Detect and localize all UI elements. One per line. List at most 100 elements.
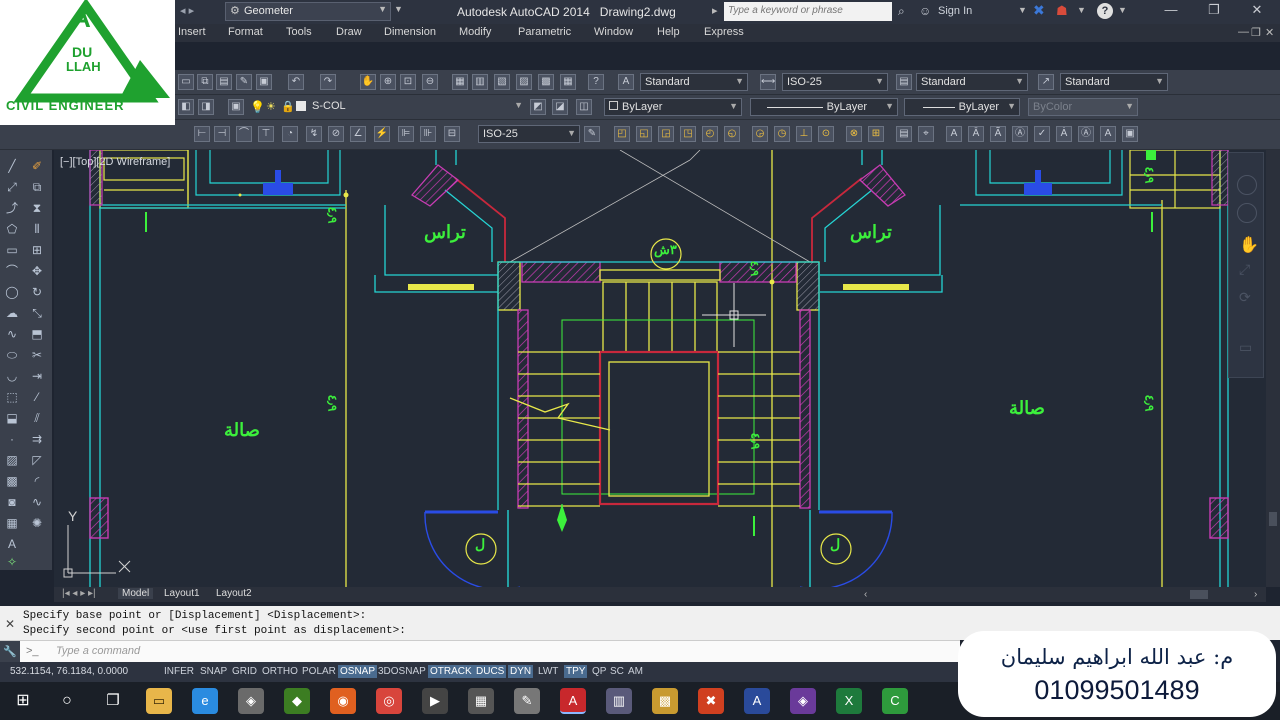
scroll-left-icon[interactable]: ‹ (864, 589, 867, 600)
osnap-endpoint-icon[interactable]: ◰ (614, 126, 630, 142)
redo-icon[interactable]: ↷ (320, 74, 336, 90)
construction-line-icon[interactable]: ⤢ (3, 179, 21, 195)
convert-space-icon[interactable]: ▣ (1122, 126, 1138, 142)
color-select[interactable]: ByLayer ▼ (604, 98, 742, 116)
menu-help[interactable]: Help (657, 26, 680, 38)
find-text-icon[interactable]: Ⓐ (1012, 126, 1028, 142)
viewport-controls[interactable]: [−][Top][2D Wireframe] (60, 156, 170, 168)
calculator-icon[interactable]: ▦ (560, 74, 576, 90)
zoom-realtime-icon[interactable]: ⊕ (380, 74, 396, 90)
stretch-icon[interactable]: ⬒ (28, 326, 46, 342)
osnap-none-icon[interactable]: ⊗ (846, 126, 862, 142)
layer-isolate-icon[interactable]: ▣ (228, 99, 244, 115)
polyline-icon[interactable]: ⤴ (3, 200, 21, 216)
menu-format[interactable]: Format (228, 26, 263, 38)
search-expand-icon[interactable]: ▸ (712, 4, 718, 17)
rotate-icon[interactable]: ↻ (28, 284, 46, 300)
status-toggle-ducs[interactable]: DUCS (474, 665, 507, 678)
vertical-scrollbar[interactable] (1266, 150, 1280, 587)
polygon-icon[interactable]: ⬠ (3, 221, 21, 237)
fillet-icon[interactable]: ◜ (28, 473, 46, 489)
match-prop-icon[interactable]: ✎ (236, 74, 252, 90)
layer-select[interactable]: S-COL ▼ (308, 98, 526, 116)
pan-nav-icon[interactable]: ✋ (1239, 235, 1259, 255)
break-icon[interactable]: ⫽ (28, 410, 46, 426)
app-icon[interactable]: ▥ (606, 688, 632, 714)
osnap-center-icon[interactable]: ◴ (702, 126, 718, 142)
pan-icon[interactable]: ✋ (360, 74, 376, 90)
horizontal-scroll-thumb[interactable] (1190, 590, 1208, 599)
quick-access-menu-icon[interactable]: ▼ (394, 4, 403, 14)
diameter-icon[interactable]: ⊘ (328, 126, 344, 142)
angular-icon[interactable]: ∠ (350, 126, 366, 142)
aligned-dim-icon[interactable]: ⊣ (214, 126, 230, 142)
linetype-select[interactable]: ByLayer ▼ (750, 98, 898, 116)
status-toggle-polar[interactable]: POLAR (300, 665, 338, 678)
mirror-icon[interactable]: ⧗ (28, 200, 46, 216)
continue-icon[interactable]: ⊪ (420, 126, 436, 142)
circle-icon[interactable]: ◯ (3, 284, 21, 300)
zoom-extents-icon[interactable]: ⤢ (1239, 261, 1250, 278)
osnap-parallel-icon[interactable]: ⊥ (796, 126, 812, 142)
block-icon[interactable]: ▣ (256, 74, 272, 90)
osnap-node-icon[interactable]: ⊙ (818, 126, 834, 142)
osnap-quadrant-icon[interactable]: ◵ (724, 126, 740, 142)
exchange-icon[interactable]: ✖ (1033, 2, 1045, 19)
line-icon[interactable]: ╱ (3, 158, 21, 174)
tool-palettes-icon[interactable]: ▧ (494, 74, 510, 90)
status-toggle-qp[interactable]: QP (590, 665, 608, 678)
showmotion-icon[interactable]: ▭ (1239, 339, 1252, 356)
doc-minimize-button[interactable]: — (1238, 26, 1249, 38)
ellipse-icon[interactable]: ⬭ (3, 347, 21, 363)
scale-icon[interactable]: ⤡ (28, 305, 46, 321)
arc-icon[interactable]: ⌒ (3, 263, 21, 279)
copy-clip-icon[interactable]: ⧉ (197, 74, 213, 90)
paste-icon[interactable]: ▤ (216, 74, 232, 90)
app-icon[interactable]: ▩ (652, 688, 678, 714)
firefox-icon[interactable]: ◉ (330, 688, 356, 714)
ellipse-arc-icon[interactable]: ◡ (3, 368, 21, 384)
status-toggle-ortho[interactable]: ORTHO (260, 665, 300, 678)
erase-icon[interactable]: ✐ (28, 158, 46, 174)
table-icon[interactable]: ▦ (3, 515, 21, 531)
help-small-icon[interactable]: ? (588, 74, 604, 90)
dim-style-manager-icon[interactable]: ✎ (584, 126, 600, 142)
quick-access-arrows[interactable]: ◂ ▸ (180, 4, 194, 17)
lightbulb-icon[interactable]: 💡 (250, 100, 265, 114)
tab-layout1[interactable]: Layout1 (160, 588, 204, 599)
multiline-text-icon[interactable]: A (3, 536, 21, 552)
command-input[interactable]: Type a command (56, 645, 140, 657)
hatch-icon[interactable]: ▨ (3, 452, 21, 468)
osnap-settings-icon[interactable]: ⊞ (868, 126, 884, 142)
blend-curves-icon[interactable]: ∿ (28, 494, 46, 510)
linear-dim-icon[interactable]: ⊢ (194, 126, 210, 142)
paint-icon[interactable]: ✎ (514, 688, 540, 714)
zoom-previous-icon[interactable]: ⊖ (422, 74, 438, 90)
jogged-icon[interactable]: ↯ (306, 126, 322, 142)
radius-icon[interactable]: ◔ (282, 126, 298, 142)
arc-length-icon[interactable]: ⌒ (236, 126, 252, 142)
point-icon[interactable]: · (3, 431, 21, 447)
scroll-right-icon[interactable]: › (1254, 589, 1257, 600)
ordinate-icon[interactable]: ⊤ (258, 126, 274, 142)
orbit-icon[interactable]: ⟳ (1239, 289, 1251, 306)
status-toggle-dyn[interactable]: DYN (508, 665, 534, 678)
dim-style-select[interactable]: ISO-25 ▼ (782, 73, 888, 91)
app-icon[interactable]: ◈ (238, 688, 264, 714)
table-style-select[interactable]: Standard ▼ (916, 73, 1028, 91)
array-icon[interactable]: ⊞ (28, 242, 46, 258)
osnap-perpendicular-icon[interactable]: ◷ (774, 126, 790, 142)
cortana-icon[interactable]: ○ (54, 688, 80, 714)
dim-style-icon[interactable]: ⟷ (760, 74, 776, 90)
status-toggle-tpy[interactable]: TPY (564, 665, 588, 678)
osnap-tangent-icon[interactable]: ◶ (752, 126, 768, 142)
doc-close-button[interactable]: ✕ (1265, 26, 1274, 39)
lineweight-select[interactable]: ByLayer ▼ (904, 98, 1020, 116)
dim-style-select-2[interactable]: ISO-25 ▼ (478, 125, 580, 143)
extend-icon[interactable]: ⇥ (28, 368, 46, 384)
text-tool-icon[interactable]: ▤ (896, 126, 912, 142)
dim-space-icon[interactable]: ⊟ (444, 126, 460, 142)
sign-in-link[interactable]: Sign In (938, 5, 972, 17)
mleader-style-icon[interactable]: ↗ (1038, 74, 1054, 90)
status-toggle-grid[interactable]: GRID (230, 665, 259, 678)
